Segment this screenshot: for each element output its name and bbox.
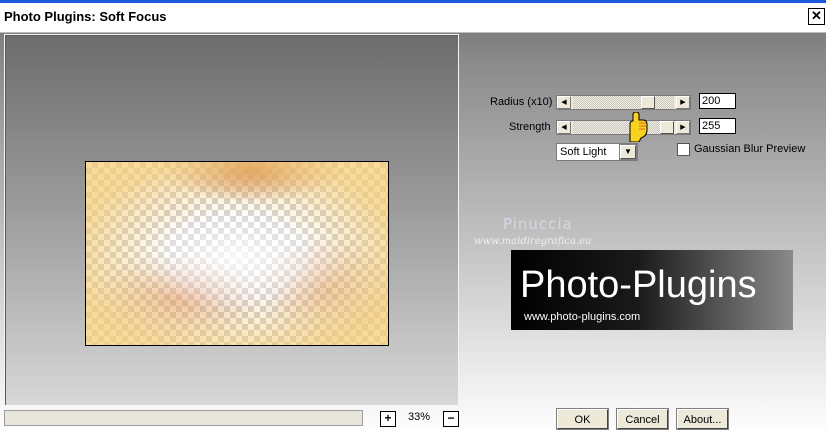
cancel-button[interactable]: Cancel	[616, 408, 669, 430]
radius-decrease-arrow-icon[interactable]: ◀	[557, 96, 571, 109]
radius-slider[interactable]: ◀ ▶	[556, 95, 691, 110]
logo-url: www.photo-plugins.com	[524, 311, 641, 323]
logo-title: Photo-Plugins	[520, 264, 757, 306]
window-title: Photo Plugins: Soft Focus	[4, 9, 167, 24]
title-bar: Photo Plugins: Soft Focus ✕	[0, 0, 826, 33]
strength-value-input[interactable]: 255	[699, 118, 736, 134]
progress-bar	[4, 410, 363, 426]
about-button[interactable]: About...	[676, 408, 729, 430]
chevron-down-icon[interactable]: ▼	[619, 144, 637, 160]
strength-decrease-arrow-icon[interactable]: ◀	[557, 121, 571, 134]
strength-label: Strength	[509, 121, 551, 133]
preview-image	[85, 161, 389, 346]
strength-increase-arrow-icon[interactable]: ▶	[676, 121, 690, 134]
ok-button[interactable]: OK	[556, 408, 609, 430]
watermark-name: Pinuccia	[503, 215, 573, 233]
title-accent-line	[0, 0, 826, 3]
photo-plugins-logo: Photo-Plugins www.photo-plugins.com	[511, 250, 793, 330]
radius-label: Radius (x10)	[490, 96, 553, 108]
radius-slider-thumb[interactable]	[640, 96, 655, 109]
strength-slider[interactable]: ◀ ▶	[556, 120, 691, 135]
close-button[interactable]: ✕	[808, 8, 825, 25]
watermark-site: www.maidiregrafica.eu	[474, 236, 592, 247]
blend-mode-select[interactable]: Soft Light ▼	[556, 143, 638, 161]
blend-mode-value: Soft Light	[560, 146, 607, 158]
zoom-in-button[interactable]: +	[380, 411, 396, 427]
strength-slider-thumb[interactable]	[660, 121, 674, 134]
gaussian-blur-preview-label[interactable]: Gaussian Blur Preview	[694, 143, 805, 155]
zoom-out-button[interactable]: −	[443, 411, 459, 427]
preview-panel[interactable]	[4, 34, 459, 406]
radius-increase-arrow-icon[interactable]: ▶	[676, 96, 690, 109]
radius-value-input[interactable]: 200	[699, 93, 736, 109]
gaussian-blur-preview-checkbox[interactable]	[677, 143, 690, 156]
soft-focus-dialog: Photo Plugins: Soft Focus ✕ + 33% − Radi…	[0, 0, 826, 435]
strength-slider-track[interactable]	[573, 121, 674, 134]
radius-slider-track[interactable]	[573, 96, 674, 109]
zoom-level: 33%	[408, 411, 431, 423]
pointing-hand-icon	[629, 112, 648, 142]
soft-focus-edge-tint	[86, 162, 388, 345]
